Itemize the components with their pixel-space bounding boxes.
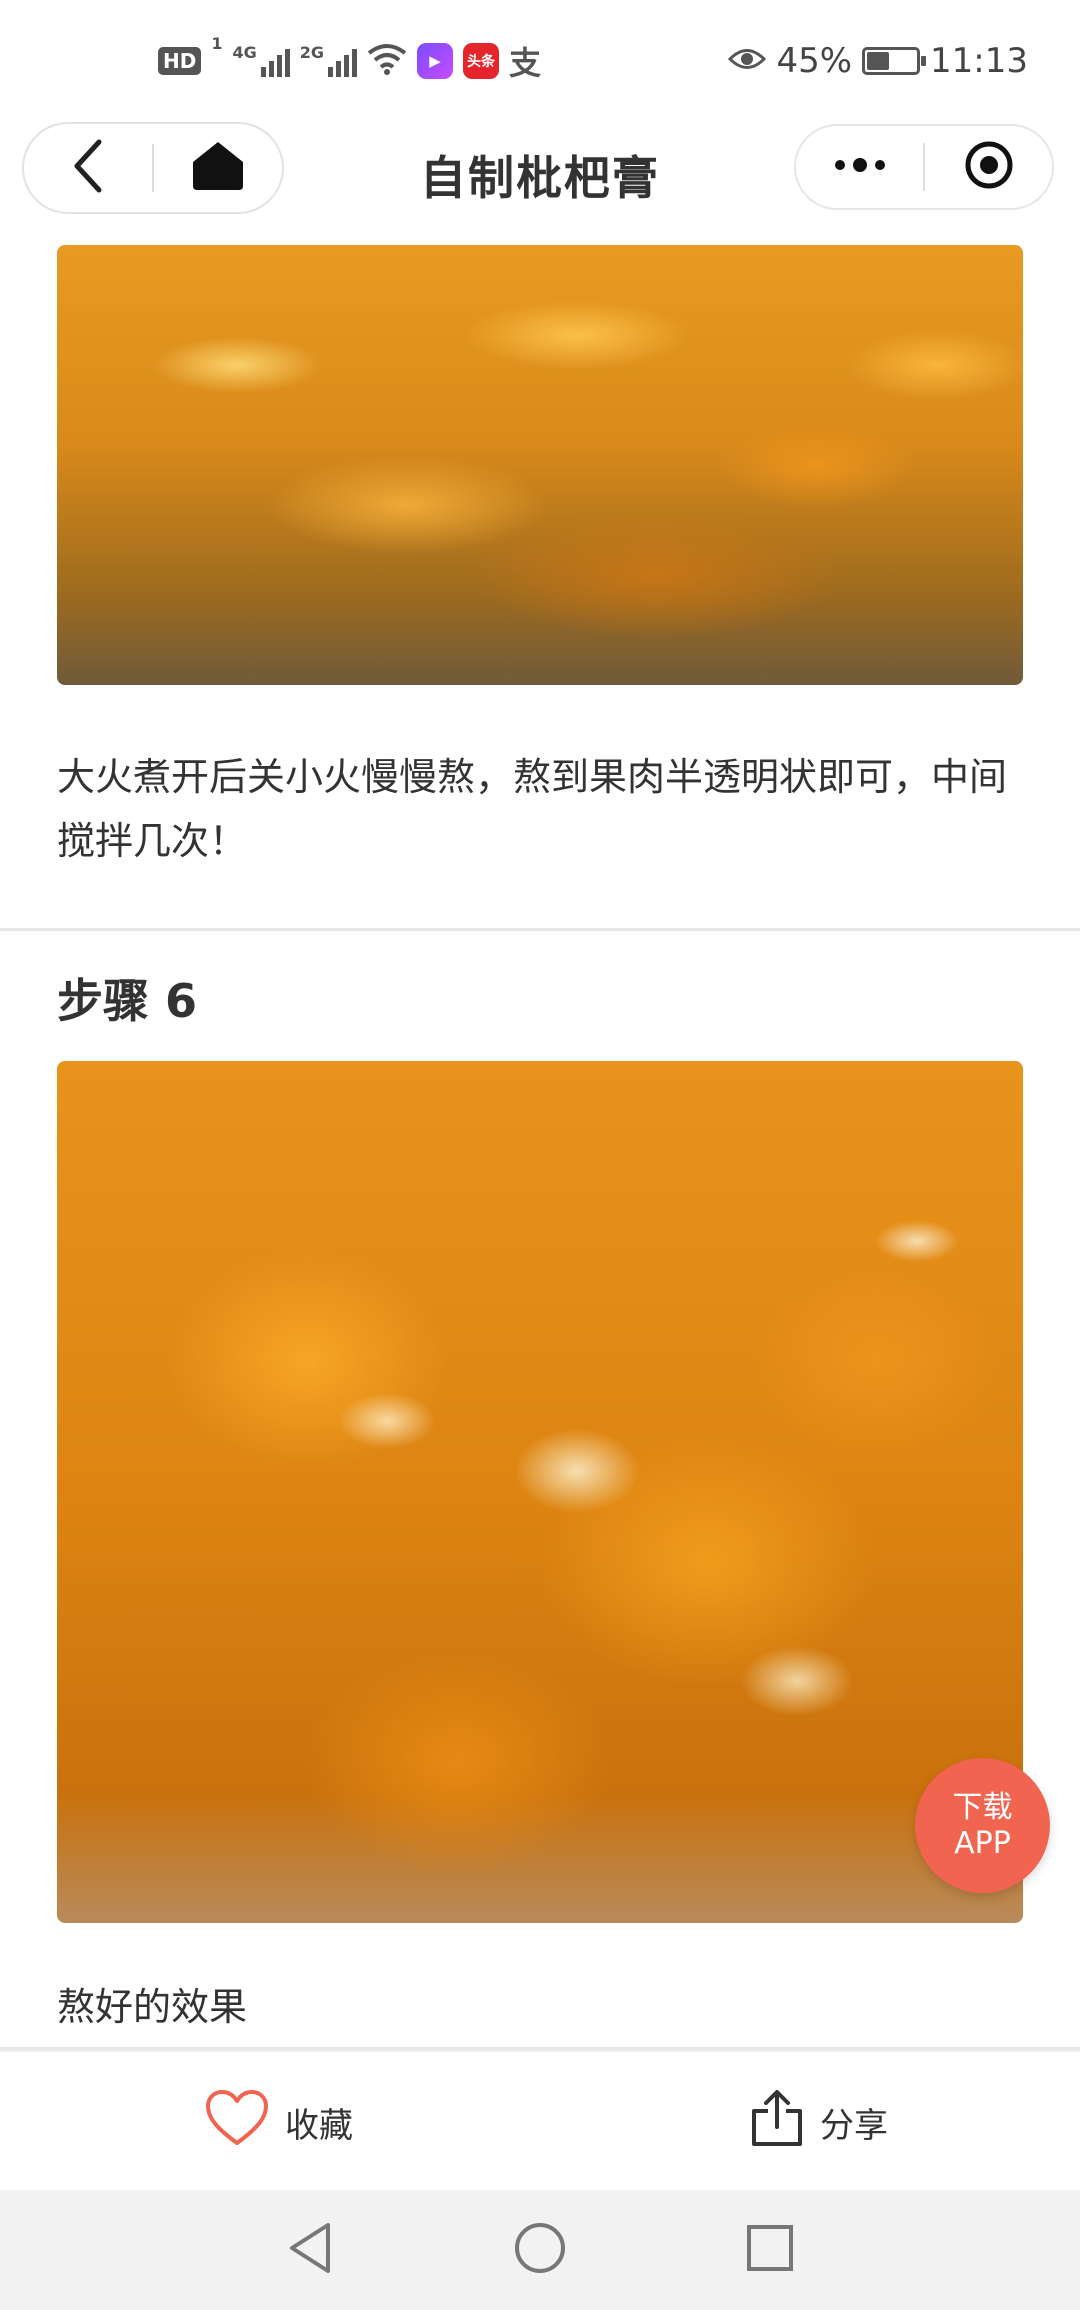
step5-photo: [57, 245, 1023, 685]
circle-home-icon: [513, 2221, 567, 2279]
share-label: 分享: [820, 2105, 888, 2146]
nav-bar: 自制枇杷膏: [0, 120, 1080, 245]
status-left: HD 1 4G 2G ▶ 头条 支: [158, 36, 541, 86]
recipe-content[interactable]: 大火煮开后关小火慢慢熬，熬到果肉半透明状即可，中间搅拌几次！ 步骤 6 熬好的效…: [0, 245, 1080, 2050]
more-button[interactable]: [796, 126, 923, 208]
system-recents-button[interactable]: [740, 2220, 800, 2280]
status-right: 45% 11:13: [728, 36, 1028, 86]
step-divider: [0, 928, 1080, 931]
signal-icon: 4G: [232, 43, 290, 77]
favorite-label: 收藏: [285, 2105, 353, 2146]
more-dots-icon: [833, 157, 887, 177]
video-app-icon: ▶: [417, 43, 454, 79]
signal-1-label: 4G: [232, 43, 257, 62]
share-icon: [750, 2089, 804, 2156]
battery-percent: 45%: [776, 41, 853, 81]
triangle-back-icon: [286, 2221, 334, 2279]
toutiao-app-icon: 头条: [463, 43, 500, 79]
eye-icon: [728, 41, 767, 81]
clock: 11:13: [930, 41, 1028, 81]
sim-label: 1: [211, 34, 223, 53]
download-app-line1: 下载: [952, 1789, 1013, 1825]
step6-description: 熬好的效果: [57, 1985, 248, 2029]
share-button[interactable]: 分享: [750, 2052, 888, 2192]
signal-2-label: 2G: [299, 43, 325, 62]
favorite-button[interactable]: 收藏: [205, 2052, 353, 2192]
bottom-action-bar: 收藏 分享: [0, 2050, 1080, 2190]
heart-icon: [205, 2089, 269, 2156]
square-recents-icon: [745, 2223, 795, 2277]
close-miniprogram-button[interactable]: [925, 126, 1052, 208]
step5-description: 大火煮开后关小火慢慢熬，熬到果肉半透明状即可，中间搅拌几次！: [57, 755, 1008, 863]
download-app-button[interactable]: 下载 APP: [915, 1758, 1050, 1893]
nav-capsule-right: [794, 124, 1054, 210]
system-home-button[interactable]: [510, 2220, 570, 2280]
system-nav-bar: [0, 2190, 1080, 2310]
wifi-icon: [367, 43, 407, 79]
target-circle-icon: [964, 140, 1014, 194]
system-back-button[interactable]: [280, 2220, 340, 2280]
alipay-icon: 支: [509, 44, 542, 82]
step6-title: 步骤 6: [57, 974, 198, 1028]
battery-fill: [867, 52, 889, 70]
step6-photo: [57, 1061, 1023, 1923]
status-bar: HD 1 4G 2G ▶ 头条 支 45% 11:13: [0, 0, 1080, 120]
signal-icon: 2G: [299, 43, 358, 77]
download-app-line2: APP: [954, 1825, 1011, 1861]
battery-icon: [862, 47, 927, 75]
hd-badge: HD: [158, 47, 202, 75]
